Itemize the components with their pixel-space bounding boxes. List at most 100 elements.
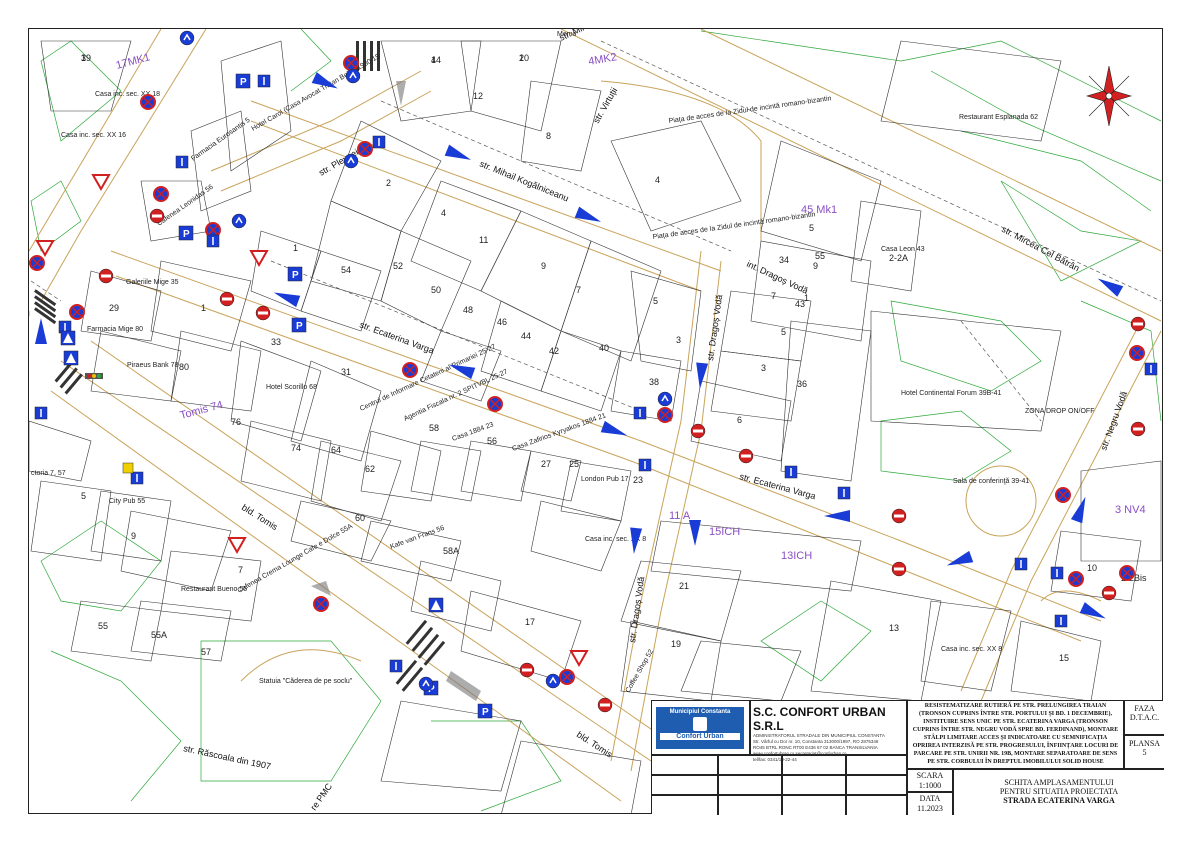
lot-label-tomis74: Tomis 74 xyxy=(179,399,225,422)
no-entry-sign-icon xyxy=(98,268,114,284)
no-stopping-sign-icon xyxy=(1055,487,1071,503)
lot-label-3nv4: 3 NV4 xyxy=(1115,504,1146,516)
municipality-logo: Municipiul Constanta Confort Urban xyxy=(656,707,744,749)
data-label: DATA xyxy=(919,794,941,803)
company-name: S.C. CONFORT URBAN S.R.L xyxy=(753,705,886,733)
no-stopping-sign-icon xyxy=(29,255,45,271)
svg-text:P: P xyxy=(292,270,299,281)
dashed-lines xyxy=(30,40,1162,422)
grid-cell xyxy=(782,775,846,795)
house-number: 6 xyxy=(737,415,742,425)
house-number: 76 xyxy=(231,417,241,427)
poi-labels: Farmacia Eurosantis 5 Hotel Carol (Casa … xyxy=(31,31,1095,694)
lot-label-11a: 11 A xyxy=(669,510,691,522)
street-label-virtutii: str. Virtuții xyxy=(591,86,619,125)
lot-label-15ich: 15ICH xyxy=(709,526,740,538)
one-way-arrow-icon xyxy=(600,420,628,436)
house-number: 57 xyxy=(201,647,211,657)
direction-sign-icon xyxy=(1144,362,1158,376)
house-number: 9 xyxy=(131,531,136,541)
no-stopping-sign-icon xyxy=(1129,345,1145,361)
grid-cell xyxy=(782,795,846,815)
sheet-title-2: PENTRU SITUATIA PROIECTATA xyxy=(999,787,1119,796)
plansa-cell: PLANSA 5 xyxy=(1124,735,1164,769)
svg-text:P: P xyxy=(240,77,247,88)
one-way-arrow-icon xyxy=(35,318,47,344)
house-number: 31 xyxy=(341,367,351,377)
one-way-arrow-icon xyxy=(444,144,472,160)
traffic-light-icon xyxy=(85,373,103,379)
direction-sign-icon xyxy=(130,471,144,485)
poi-piata-acces-2: Piața de acces de la Zidul de incintă ro… xyxy=(652,211,816,241)
no-stopping-sign-icon xyxy=(313,596,329,612)
poi-kafe-van-frans: Kafe van Frans 56 xyxy=(389,525,445,551)
house-number: 62 xyxy=(365,464,375,474)
poi-coffee-shop: Coffee Shop 52 xyxy=(625,648,655,694)
data-cell: DATA 11.2023 xyxy=(907,792,953,815)
poi-victoria: ctoria 7, 57 xyxy=(31,470,66,477)
mandatory-direction-sign-icon xyxy=(345,68,361,84)
street-label-negru-voda: str. Negru Vodă xyxy=(1098,390,1129,452)
house-number: 60 xyxy=(355,513,365,523)
data-value: 11.2023 xyxy=(917,804,943,813)
map-area: str. Mircea Cel Bătrân str. Mircea Cel B… xyxy=(28,28,1163,814)
direction-sign-icon xyxy=(837,486,851,500)
street-label-ecaterina-2: str. Ecaterina Varga xyxy=(738,471,816,501)
house-number: 21 xyxy=(679,581,689,591)
house-number: 80 xyxy=(179,362,189,372)
grid-cell xyxy=(846,775,907,795)
house-number: 11 xyxy=(479,235,488,245)
house-number: 12 xyxy=(473,91,483,101)
pedestrian-crossing-sign-icon xyxy=(63,350,79,366)
no-stopping-sign-icon xyxy=(487,396,503,412)
direction-sign-icon xyxy=(1054,614,1068,628)
no-stopping-sign-icon xyxy=(1119,565,1135,581)
house-number: 58A xyxy=(443,546,459,556)
direction-sign-icon xyxy=(175,155,189,169)
poi-agentia-fiscala: Agentia Fiscala nr. 2 SPITVBL 25-27 xyxy=(403,368,509,422)
house-number: 34 xyxy=(779,255,789,265)
direction-sign-icon xyxy=(1050,566,1064,580)
house-number: 8 xyxy=(546,131,551,141)
street-label-pmc: re PMC xyxy=(308,781,334,812)
direction-sign-icon xyxy=(389,659,403,673)
no-stopping-sign-icon xyxy=(343,55,359,71)
house-number: 46 xyxy=(497,317,507,327)
one-way-arrow-icon xyxy=(273,292,301,308)
no-stopping-sign-icon xyxy=(657,407,673,423)
parking-sign-icon: P xyxy=(287,266,303,282)
house-number: 7 xyxy=(771,291,776,301)
poi-farmacia-mige: Farmacia Mige 80 xyxy=(87,326,143,333)
house-number: 52 xyxy=(393,261,403,271)
poi-galeriile-mige: Galeriile Mige 35 xyxy=(126,279,179,286)
mandatory-direction-sign-icon xyxy=(179,30,195,46)
street-label-kogalniceanu: str. Mihail Kogălniceanu xyxy=(478,159,570,204)
give-way-sign-icon xyxy=(249,250,269,268)
house-number: 42 xyxy=(549,346,559,356)
house-number: 44 xyxy=(521,331,531,341)
faza-label: FAZA xyxy=(1134,704,1155,713)
street-label-ecaterina-1: str. Ecaterina Varga xyxy=(358,319,435,355)
svg-text:P: P xyxy=(482,707,489,718)
no-stopping-sign-icon xyxy=(153,186,169,202)
house-number: 1 xyxy=(201,303,206,313)
lot-label-13ich: 13ICH xyxy=(781,550,812,562)
house-number: 1 xyxy=(804,293,809,303)
mandatory-direction-sign-icon xyxy=(545,673,561,689)
poi-casa-leon: Casa Leon 43 xyxy=(881,246,925,253)
grid-cell xyxy=(652,755,718,775)
house-number: 58 xyxy=(429,423,439,433)
direction-sign-icon xyxy=(34,406,48,420)
mandatory-direction-sign-icon xyxy=(418,676,434,692)
house-number: 2 xyxy=(386,178,391,188)
poi-farmacia-eurosantis: Farmacia Eurosantis 5 xyxy=(190,117,251,163)
drawing-sheet: str. Mircea Cel Bătrân str. Mircea Cel B… xyxy=(0,0,1191,842)
street-label-dragos-2: str. Dragoș Vodă xyxy=(627,576,646,643)
plansa-value: 5 xyxy=(1142,748,1147,757)
poi-hotel-carol: Hotel Carol (Casa Avocat Traian Bellu) 1… xyxy=(251,53,382,133)
no-entry-sign-icon xyxy=(597,697,613,713)
house-number: 56 xyxy=(487,436,497,446)
sheet-title-3: STRADA ECATERINA VARGA xyxy=(1003,796,1115,805)
poi-casa-xx16: Casa inc. sec. XX 16 xyxy=(61,132,126,139)
no-entry-sign-icon xyxy=(219,291,235,307)
